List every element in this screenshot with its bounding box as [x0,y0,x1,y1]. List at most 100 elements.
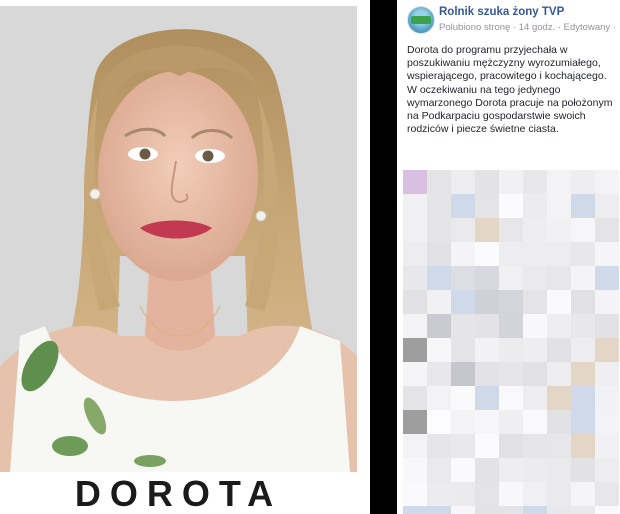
mosaic-tile [571,386,595,410]
portrait-illustration [0,6,357,472]
page-avatar[interactable] [407,6,435,34]
mosaic-tile [595,482,619,506]
mosaic-tile [427,218,451,242]
mosaic-tile [451,194,475,218]
mosaic-tile [547,482,571,506]
mosaic-tile [571,194,595,218]
mosaic-tile [571,218,595,242]
mosaic-tile [403,434,427,458]
mosaic-tile [523,434,547,458]
mosaic-tile [499,506,523,514]
mosaic-tile [451,338,475,362]
mosaic-tile [499,458,523,482]
mosaic-tile [475,290,499,314]
mosaic-tile [475,458,499,482]
mosaic-tile [571,362,595,386]
mosaic-tile [523,338,547,362]
mosaic-tile [499,410,523,434]
post-paragraph: W oczekiwaniu na tego jedynego wymarzone… [407,83,613,136]
mosaic-tile [571,458,595,482]
mosaic-tile [427,362,451,386]
mosaic-tile [571,290,595,314]
post-paragraph: Dorota do programu przyjechała w poszuki… [407,44,607,83]
mosaic-tile [547,194,571,218]
pixelation-mosaic [403,170,619,514]
mosaic-tile [571,314,595,338]
mosaic-tile [475,170,499,194]
mosaic-tile [523,194,547,218]
mosaic-tile [499,338,523,362]
mosaic-tile [499,218,523,242]
mosaic-tile [547,290,571,314]
mosaic-tile [547,218,571,242]
mosaic-tile [475,218,499,242]
mosaic-tile [499,290,523,314]
mosaic-tile [523,482,547,506]
mosaic-tile [523,170,547,194]
mosaic-tile [547,458,571,482]
mosaic-tile [523,266,547,290]
mosaic-tile [427,194,451,218]
mosaic-tile [499,266,523,290]
mosaic-tile [427,170,451,194]
mosaic-tile [547,410,571,434]
mosaic-tile [475,338,499,362]
mosaic-tile [451,386,475,410]
mosaic-tile [547,242,571,266]
mosaic-tile [403,410,427,434]
mosaic-tile [451,410,475,434]
mosaic-tile [571,410,595,434]
mosaic-tile [451,170,475,194]
mosaic-tile [571,482,595,506]
mosaic-tile [427,338,451,362]
mosaic-tile [475,386,499,410]
mosaic-tile [523,290,547,314]
mosaic-tile [403,362,427,386]
mosaic-tile [403,314,427,338]
mosaic-tile [451,506,475,514]
liked-label: Polubiono stronę [439,22,511,33]
mosaic-tile [451,458,475,482]
mosaic-tile [523,386,547,410]
mosaic-tile [523,362,547,386]
mosaic-tile [427,506,451,514]
mosaic-tile [523,242,547,266]
mosaic-tile [595,314,619,338]
mosaic-tile [451,266,475,290]
meta-separator: · [612,22,616,33]
meta-separator: · [557,22,562,33]
mosaic-tile [403,218,427,242]
mosaic-tile [595,266,619,290]
mosaic-tile [403,170,427,194]
post-text: Dorota do programu przyjechała w poszuki… [407,44,617,136]
post-meta: Polubiono stronę · 14 godz. · Edytowany … [439,22,620,33]
mosaic-tile [451,434,475,458]
mosaic-tile [595,194,619,218]
mosaic-tile [595,458,619,482]
mosaic-tile [403,506,427,514]
edited-label[interactable]: Edytowany [564,22,610,33]
post-header: Rolnik szuka żony TVP Polubiono stronę ·… [397,0,620,40]
page-name-link[interactable]: Rolnik szuka żony TVP [439,6,564,18]
mosaic-tile [499,482,523,506]
mosaic-tile [427,242,451,266]
mosaic-tile [595,410,619,434]
mosaic-tile [571,266,595,290]
mosaic-tile [451,218,475,242]
mosaic-tile [403,386,427,410]
mosaic-tile [595,338,619,362]
mosaic-tile [427,434,451,458]
post-time[interactable]: 14 godz. [519,22,555,33]
mosaic-tile [451,290,475,314]
divider [357,0,370,514]
mosaic-tile [547,266,571,290]
mosaic-tile [475,242,499,266]
mosaic-tile [523,314,547,338]
portrait-photo[interactable] [0,6,357,472]
mosaic-tile [571,506,595,514]
mosaic-tile [475,362,499,386]
mosaic-tile [403,458,427,482]
mosaic-tile [547,434,571,458]
mosaic-tile [475,266,499,290]
mosaic-tile [571,170,595,194]
